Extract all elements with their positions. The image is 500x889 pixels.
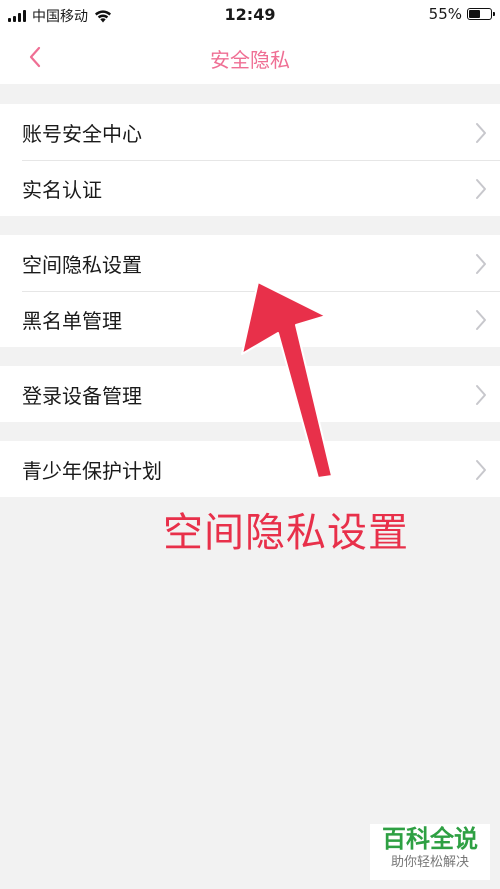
list-item-blacklist-management[interactable]: 黑名单管理 xyxy=(0,291,500,347)
list-item-label: 青少年保护计划 xyxy=(22,458,162,483)
chevron-right-icon xyxy=(476,310,486,330)
list-item-youth-protection-plan[interactable]: 青少年保护计划 xyxy=(0,441,500,497)
annotation-label: 空间隐私设置 xyxy=(163,510,409,556)
page-title: 安全隐私 xyxy=(210,48,290,72)
chevron-right-icon xyxy=(476,179,486,199)
battery-icon xyxy=(467,8,495,20)
settings-group-devices: 登录设备管理 xyxy=(0,366,500,422)
status-time: 12:49 xyxy=(224,5,276,24)
list-item-label: 登录设备管理 xyxy=(22,383,142,408)
list-item-label: 实名认证 xyxy=(22,177,102,202)
chevron-right-icon xyxy=(476,460,486,480)
list-item-space-privacy-settings[interactable]: 空间隐私设置 xyxy=(0,235,500,291)
battery-fill xyxy=(469,10,480,18)
list-item-real-name-verification[interactable]: 实名认证 xyxy=(0,160,500,216)
status-right: 55% xyxy=(428,5,495,23)
list-item-label: 黑名单管理 xyxy=(22,308,122,333)
list-item-label: 空间隐私设置 xyxy=(22,252,142,277)
chevron-right-icon xyxy=(476,123,486,143)
settings-group-account: 账号安全中心 实名认证 xyxy=(0,104,500,216)
chevron-right-icon xyxy=(476,254,486,274)
battery-percent: 55% xyxy=(428,5,462,23)
settings-group-youth: 青少年保护计划 xyxy=(0,441,500,497)
status-bar: 中国移动 12:49 55% xyxy=(0,0,500,30)
watermark-logo: 百科全说 助你轻松解决 xyxy=(370,824,490,880)
list-item-label: 账号安全中心 xyxy=(22,121,142,146)
watermark-subtitle: 助你轻松解决 xyxy=(390,855,469,870)
list-item-account-security[interactable]: 账号安全中心 xyxy=(0,104,500,160)
list-item-login-device-management[interactable]: 登录设备管理 xyxy=(0,366,500,422)
nav-bar: 安全隐私 xyxy=(0,30,500,84)
watermark-title: 百科全说 xyxy=(382,825,478,853)
chevron-right-icon xyxy=(476,385,486,405)
settings-group-privacy: 空间隐私设置 黑名单管理 xyxy=(0,235,500,347)
